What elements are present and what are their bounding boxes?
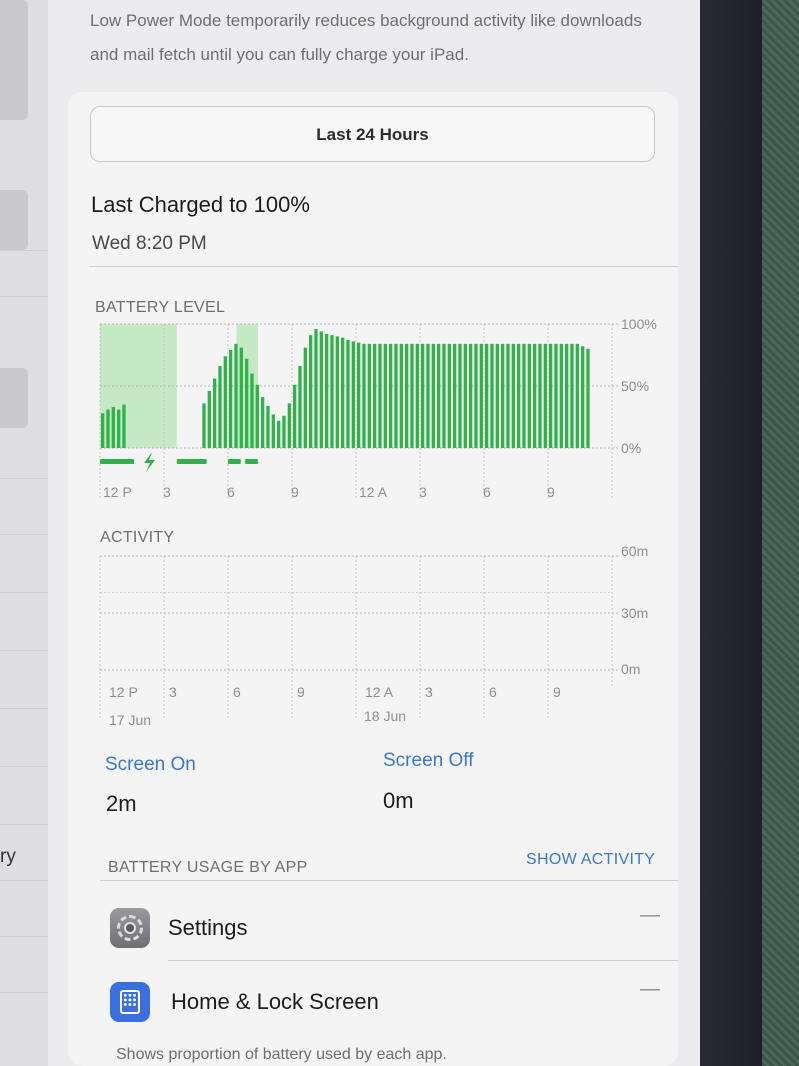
gear-icon: [110, 908, 150, 948]
activity-x-label: 12 P: [109, 684, 138, 700]
sidebar-partial-label[interactable]: ry: [0, 846, 16, 868]
activity-x-label: 9: [297, 684, 305, 700]
screen-on-label[interactable]: Screen On: [105, 754, 196, 776]
date-label-next: 18 Jun: [364, 708, 407, 724]
screen-off-label[interactable]: Screen Off: [383, 750, 473, 772]
usage-footer-note: Shows proportion of battery used by each…: [116, 1046, 447, 1063]
activity-y-label: 0m: [621, 661, 640, 677]
app-usage-value: —: [640, 904, 660, 926]
divider: [168, 960, 678, 961]
activity-x-label: 3: [425, 684, 433, 700]
activity-y-label: 30m: [621, 605, 648, 621]
battery-usage-by-app-label: BATTERY USAGE BY APP: [108, 859, 308, 876]
app-name: Home & Lock Screen: [171, 989, 379, 1014]
screen-off-value: 0m: [383, 788, 414, 813]
activity-x-label: 6: [489, 684, 497, 700]
activity-x-label: 6: [233, 684, 241, 700]
app-name: Settings: [168, 915, 248, 940]
show-activity-button[interactable]: SHOW ACTIVITY: [526, 851, 655, 869]
activity-y-label: 60m: [621, 543, 648, 559]
divider: [100, 880, 678, 881]
activity-x-label: 12 A: [365, 684, 394, 700]
home-screen-icon: [110, 982, 150, 1022]
activity-x-label: 9: [553, 684, 561, 700]
screen-on-value: 2m: [106, 791, 137, 816]
app-usage-value: —: [640, 978, 660, 1000]
activity-x-label: 3: [169, 684, 177, 700]
date-label-start: 17 Jun: [109, 712, 152, 728]
activity-chart: 60m 30m 0m 12 P 3 6 9 12 A 3 6 9: [99, 543, 648, 720]
